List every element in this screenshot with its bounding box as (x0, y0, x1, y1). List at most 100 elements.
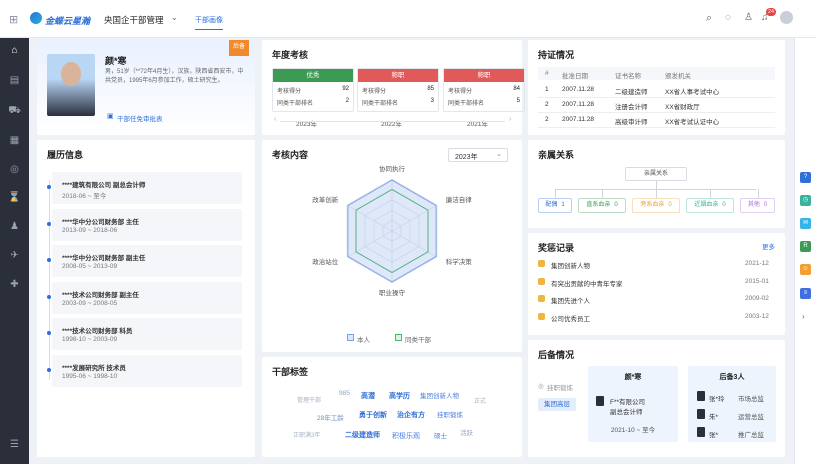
plane-icon[interactable]: ✈ (8, 249, 21, 262)
document-icon[interactable]: ▤ (8, 74, 21, 87)
timeline-org: ****发展研究所 技术员 (62, 364, 126, 372)
apps-grid-icon[interactable]: ⊞ (9, 13, 18, 26)
radar-axis-label: 政治站位 (312, 257, 339, 266)
clock-icon[interactable]: ◷ (800, 195, 811, 206)
refresh-icon[interactable]: ◌ (725, 12, 731, 23)
table-cell: 2007.11.28 (562, 101, 595, 108)
approval-doc-icon: ▣ (107, 113, 114, 120)
calendar-icon[interactable]: ▦ (8, 134, 21, 147)
relative-node[interactable]: 旁系血亲 0 (632, 198, 680, 213)
annual-rank-row: 同类干部排名 2 (277, 98, 349, 107)
person-box: 颜*寒 F**有限公司 副总会计师 2021-10 ~ 至今 (588, 366, 678, 442)
medal-icon (538, 295, 545, 302)
tag-item[interactable]: 挂职锻炼 (437, 409, 463, 419)
tag-item[interactable]: 活跃 (460, 427, 473, 437)
target-icon[interactable]: ◎ (8, 163, 21, 176)
succession-option[interactable]: 挂职锻炼 (547, 382, 573, 392)
annual-score: 92 (342, 86, 349, 92)
tag-item[interactable]: 治企有方 (397, 410, 425, 420)
tag-item[interactable]: 高学历 (389, 391, 410, 401)
annual-year: 2023年 (293, 118, 320, 128)
list-icon[interactable]: ≡ (800, 288, 811, 299)
approval-link[interactable]: 干部任免审批表 (117, 113, 163, 123)
left-nav: ⌂ ▤ ⛟ ▦ ◎ ⌛ ♟ ✈ ✚ ☰ (0, 38, 29, 464)
bookmark-icon[interactable]: R (800, 241, 811, 252)
tree-stem (656, 181, 657, 189)
annual-box[interactable]: 称职 考核得分 84 同类干部排名 5 (443, 68, 525, 112)
table-cell: 2 (545, 116, 549, 123)
table-cell: 1 (545, 86, 549, 93)
timeline-period: 2003-09 ~ 2008-05 (62, 299, 118, 307)
tag-item[interactable]: 正式 (474, 396, 486, 405)
relative-node[interactable]: 配偶 1 (538, 198, 572, 213)
annual-score-label: 考核得分 (277, 89, 302, 95)
tree-drop (710, 189, 711, 198)
awards-title: 奖惩记录 (538, 243, 575, 253)
tag-item[interactable]: 二级建造师 (345, 430, 380, 440)
awards-more-link[interactable]: 更多 (762, 241, 775, 251)
tag-item[interactable]: 高潜 (361, 391, 375, 401)
reserve-name: 张*玲 (709, 396, 725, 403)
hourglass-icon[interactable]: ⌛ (8, 191, 21, 204)
help-icon[interactable]: ? (800, 172, 811, 183)
relative-count: 0 (722, 202, 726, 208)
table-row (538, 112, 775, 113)
annual-grade: 称职 (444, 69, 524, 82)
radar-axis-label: 改革创新 (312, 195, 339, 204)
annual-grade: 称职 (358, 69, 438, 82)
prev-year-icon[interactable]: ‹ (274, 116, 276, 123)
notification-badge: 24 (766, 8, 777, 16)
relative-node[interactable]: 直系血亲 0 (578, 198, 626, 213)
medical-icon[interactable]: ✚ (8, 278, 21, 291)
person-period: 2021-10 ~ 至今 (610, 427, 656, 434)
annual-box[interactable]: 优秀 考核得分 92 同类干部排名 2 (272, 68, 354, 112)
table-cell: XX省考试认证中心 (665, 119, 720, 126)
relative-node[interactable]: 其他 0 (740, 198, 775, 213)
timeline-org: ****建筑有限公司 副总会计师 (62, 182, 146, 189)
timeline-period: 1998-10 ~ 2003-09 (62, 336, 118, 343)
relatives-root: 亲属关系 (625, 167, 687, 181)
award-date: 2021-12 (745, 260, 769, 267)
reserve-title: 后备3人 (719, 374, 745, 381)
radio-icon[interactable]: ◎ (538, 382, 544, 390)
tag-item[interactable]: 985 (339, 390, 350, 397)
top-bar: ⊞ 金蝶云星瀚 央国企干部管理 ⌄ 干部画像 ⌕ ◌ ♙ ♫ 24 (0, 0, 816, 38)
brand-name: 金蝶云星瀚 (45, 16, 91, 26)
table-cell: 注册会计师 (615, 104, 648, 111)
chat-icon[interactable]: ✉ (800, 218, 811, 229)
tree-drop (555, 189, 556, 198)
succession-button[interactable]: 集团高层 (538, 398, 576, 411)
award-name: 公司优秀员工 (551, 315, 590, 323)
tag-item[interactable]: 勇于创新 (359, 410, 387, 420)
tag-item[interactable]: 管理干部 (297, 395, 321, 404)
tab-profile[interactable]: 干部画像 (195, 15, 223, 30)
people-icon[interactable]: ♟ (8, 220, 21, 233)
tag-item[interactable]: 积极乐观 (392, 431, 420, 441)
timeline-dot (47, 221, 51, 226)
user-icon[interactable]: ♙ (744, 12, 753, 23)
tags-card: 干部标签 (262, 357, 522, 457)
tag-item[interactable]: 集团创新人物 (420, 390, 459, 400)
year-axis (280, 121, 505, 122)
search-icon[interactable]: ⌕ (706, 12, 712, 25)
chevron-right-icon[interactable]: › (802, 312, 805, 321)
annual-box[interactable]: 称职 考核得分 85 同类干部排名 3 (357, 68, 439, 112)
cart-icon[interactable]: ⛟ (8, 104, 21, 117)
avatar[interactable] (780, 11, 793, 24)
tag-item[interactable]: 正职满3年 (293, 430, 320, 439)
relative-node[interactable]: 近姻血亲 0 (686, 198, 734, 213)
annual-rank-label: 同类干部排名 (362, 101, 399, 107)
settings-list-icon[interactable]: ☰ (8, 438, 21, 451)
tag-item[interactable]: 硕士 (434, 430, 447, 440)
timeline-item: ****华中分公司财务部 主任 2013-09 ~ 2018-06 (52, 208, 242, 241)
resume-title: 履历信息 (47, 150, 84, 160)
tag-item[interactable]: 28年工龄 (317, 412, 344, 422)
timeline-dot (47, 294, 51, 299)
chevron-down-icon[interactable]: ⌄ (171, 13, 178, 22)
menu-dropdown[interactable]: 央国企干部管理 (104, 14, 164, 26)
next-year-icon[interactable]: › (509, 116, 511, 123)
home-icon[interactable]: ⌂ (8, 44, 21, 57)
table-cell: 高级审计师 (615, 119, 648, 126)
avatar-photo (47, 54, 95, 116)
smile-icon[interactable]: ☺ (800, 264, 811, 275)
